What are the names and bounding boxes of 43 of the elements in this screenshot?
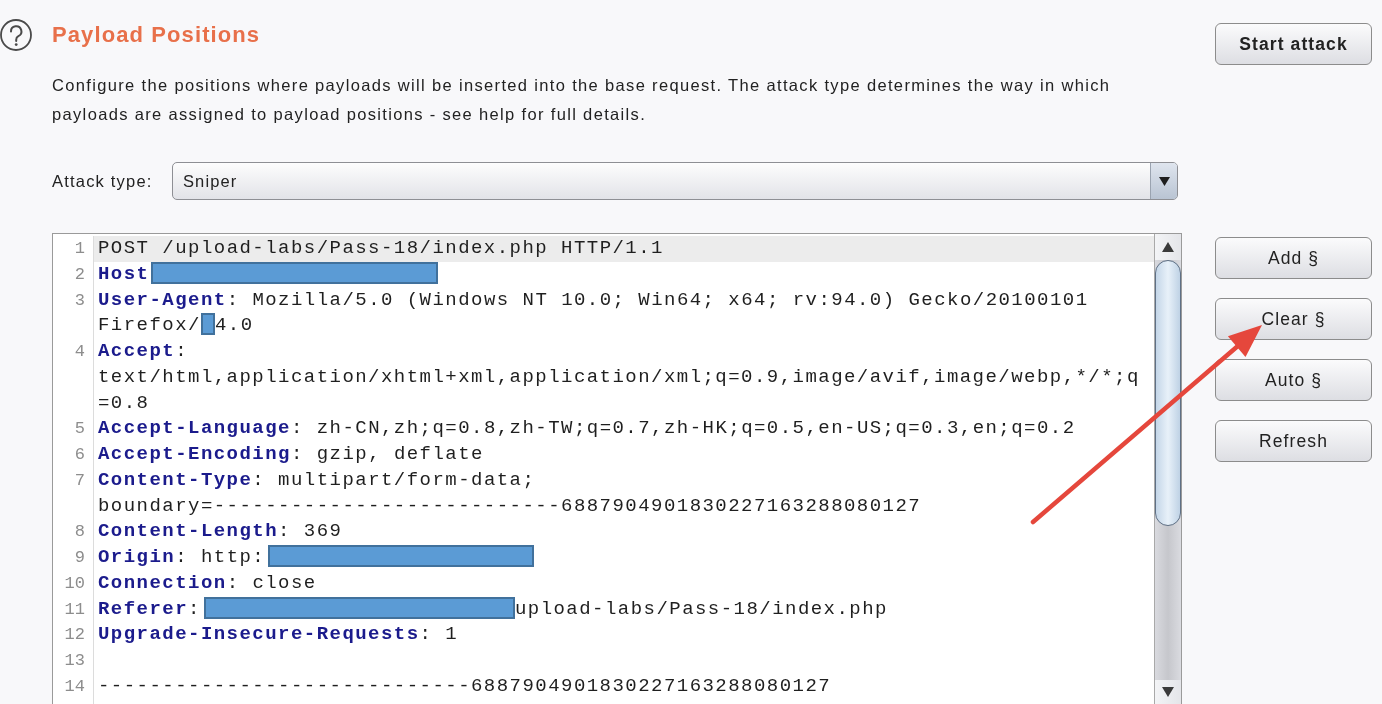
- action-button[interactable]: Add §: [1215, 237, 1372, 279]
- code-text: Firefox/: [98, 314, 201, 337]
- code-text: Content-Length: 369: [98, 520, 343, 543]
- scrollbar-thumb[interactable]: [1155, 260, 1181, 526]
- action-button[interactable]: Refresh: [1215, 420, 1372, 462]
- code-text: Upgrade-Insecure-Requests: 1: [98, 623, 459, 646]
- code-text: upload-labs/Pass-18/index.php: [514, 597, 888, 620]
- redaction-bar: [200, 313, 215, 336]
- attack-type-label: Attack type:: [52, 171, 154, 191]
- line-number: 2: [53, 261, 94, 288]
- line-number: 14: [53, 673, 94, 700]
- line-number: 10: [53, 570, 94, 597]
- action-button[interactable]: Auto §: [1215, 359, 1372, 401]
- line-number: 13: [53, 648, 94, 674]
- action-button[interactable]: Clear §: [1215, 298, 1372, 340]
- code-text: Connection: close: [98, 571, 317, 594]
- line-number: 5: [53, 416, 94, 442]
- scroll-up-icon[interactable]: [1155, 234, 1181, 260]
- line-number: 12: [53, 622, 94, 648]
- description-text: Configure the positions where payloads will be inserted into the base request. The attack type determines the way in which payloads are assigned to payload positions - see help for full details.: [52, 75, 1112, 125]
- code-text: Host: [98, 262, 150, 285]
- line-number: 4: [53, 339, 94, 417]
- line-number: 7: [53, 467, 94, 520]
- line-number: 9: [53, 545, 94, 571]
- code-text: Referer:: [98, 597, 201, 620]
- line-number: 3: [53, 287, 94, 339]
- attack-type-select[interactable]: Sniper: [172, 162, 1178, 200]
- scrollbar-track[interactable]: [1154, 234, 1181, 704]
- line-number: 8: [53, 519, 94, 545]
- start-attack-button[interactable]: Start attack: [1215, 23, 1372, 65]
- code-text: Content-Type: multipart/form-data; boundary=---------------------------6887904901830227163288080127: [98, 468, 922, 517]
- code-text: POST /upload-labs/Pass-18/index.php HTTP/1.1: [98, 237, 664, 259]
- scroll-down-icon[interactable]: [1155, 680, 1181, 704]
- help-icon[interactable]: [0, 18, 33, 52]
- line-number: 11: [53, 596, 94, 623]
- code-text: -----------------------------6887904901830227163288080127: [98, 674, 832, 697]
- code-text: Accept-Encoding: gzip, deflate: [98, 443, 484, 465]
- code-text: 4.0: [214, 314, 254, 337]
- code-text: Accept-Language: zh-CN,zh;q=0.8,zh-TW;q=0.7,zh-HK;q=0.5,en-US;q=0.3,en;q=0.2: [98, 417, 1076, 440]
- code-text: Origin: http:: [98, 546, 266, 568]
- section-title: Payload Positions: [52, 22, 261, 48]
- code-text: User-Agent: Mozilla/5.0 (Windows NT 10.0; Win64; x64; rv:94.0) Gecko/20100101: [98, 288, 1089, 311]
- line-number: 6: [53, 442, 94, 468]
